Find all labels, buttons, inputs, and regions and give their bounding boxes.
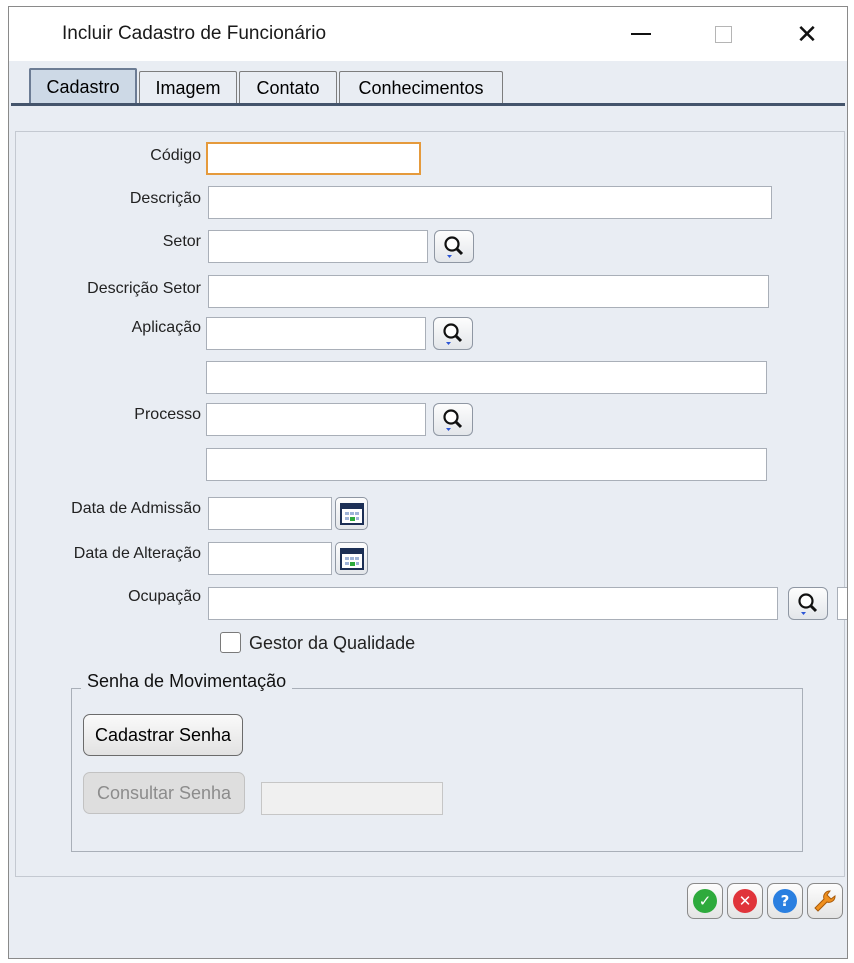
data-alteracao-label: Data de Alteração xyxy=(73,545,201,562)
setor-input[interactable] xyxy=(208,230,428,263)
descricao-setor-label: Descrição Setor xyxy=(87,280,201,297)
tab-underline xyxy=(11,103,845,106)
aplicacao-input[interactable] xyxy=(206,317,426,350)
ocupacao-label: Ocupação xyxy=(128,588,201,605)
consultar-senha-button[interactable]: Consultar Senha xyxy=(83,772,245,814)
confirm-button[interactable]: ✓ xyxy=(687,883,723,919)
descricao-setor-input[interactable] xyxy=(208,275,769,308)
senha-group-box xyxy=(71,688,803,852)
x-icon: ✕ xyxy=(733,889,757,913)
data-admissao-label: Data de Admissão xyxy=(71,500,201,517)
check-icon: ✓ xyxy=(693,889,717,913)
data-alteracao-calendar-button[interactable] xyxy=(335,542,368,575)
settings-button[interactable] xyxy=(807,883,843,919)
ocupacao-lookup-button[interactable] xyxy=(788,587,828,620)
maximize-icon xyxy=(714,25,732,43)
calendar-icon xyxy=(339,547,364,570)
magnifier-icon xyxy=(444,235,464,258)
descricao-label: Descrição xyxy=(129,190,201,207)
aplicacao-lookup-button[interactable] xyxy=(433,317,473,350)
cadastrar-senha-button[interactable]: Cadastrar Senha xyxy=(83,714,243,756)
ocupacao-extra-field[interactable] xyxy=(837,587,847,620)
tab-contato[interactable]: Contato xyxy=(239,71,337,105)
senha-group-title: Senha de Movimentação xyxy=(81,671,293,692)
minimize-icon xyxy=(631,33,651,35)
consultar-senha-field xyxy=(261,782,443,815)
data-admissao-input[interactable] xyxy=(208,497,332,530)
ocupacao-input[interactable] xyxy=(208,587,778,620)
magnifier-icon xyxy=(798,592,818,615)
gestor-qualidade-label: Gestor da Qualidade xyxy=(249,633,416,653)
data-alteracao-input[interactable] xyxy=(208,542,332,575)
processo-description-input[interactable] xyxy=(206,448,767,481)
data-admissao-calendar-button[interactable] xyxy=(335,497,368,530)
help-button[interactable]: ? xyxy=(767,883,803,919)
codigo-input[interactable] xyxy=(206,142,421,175)
setor-label: Setor xyxy=(162,233,201,250)
magnifier-icon xyxy=(443,408,463,431)
minimize-button[interactable] xyxy=(619,17,663,51)
calendar-icon xyxy=(339,502,364,525)
question-icon: ? xyxy=(773,889,797,913)
codigo-label: Código xyxy=(150,147,201,164)
close-icon: ✕ xyxy=(796,18,818,49)
processo-label: Processo xyxy=(134,406,201,423)
aplicacao-description-input[interactable] xyxy=(206,361,767,394)
wrench-icon xyxy=(814,890,836,912)
aplicacao-label: Aplicação xyxy=(131,319,201,336)
cancel-button[interactable]: ✕ xyxy=(727,883,763,919)
processo-input[interactable] xyxy=(206,403,426,436)
tab-imagem[interactable]: Imagem xyxy=(139,71,237,105)
setor-lookup-button[interactable] xyxy=(434,230,474,263)
maximize-button[interactable] xyxy=(701,17,745,51)
title-bar: Incluir Cadastro de Funcionário ✕ xyxy=(9,7,847,61)
dialog-window: Incluir Cadastro de Funcionário ✕ Cadast… xyxy=(8,6,848,959)
window-title: Incluir Cadastro de Funcionário xyxy=(62,23,327,44)
close-button[interactable]: ✕ xyxy=(785,17,829,51)
tab-conhecimentos[interactable]: Conhecimentos xyxy=(339,71,503,105)
processo-lookup-button[interactable] xyxy=(433,403,473,436)
descricao-input[interactable] xyxy=(208,186,772,219)
magnifier-icon xyxy=(443,322,463,345)
gestor-qualidade-checkbox[interactable] xyxy=(220,632,241,653)
tab-cadastro[interactable]: Cadastro xyxy=(29,68,137,105)
tab-strip: Cadastro Imagem Contato Conhecimentos xyxy=(11,65,845,105)
